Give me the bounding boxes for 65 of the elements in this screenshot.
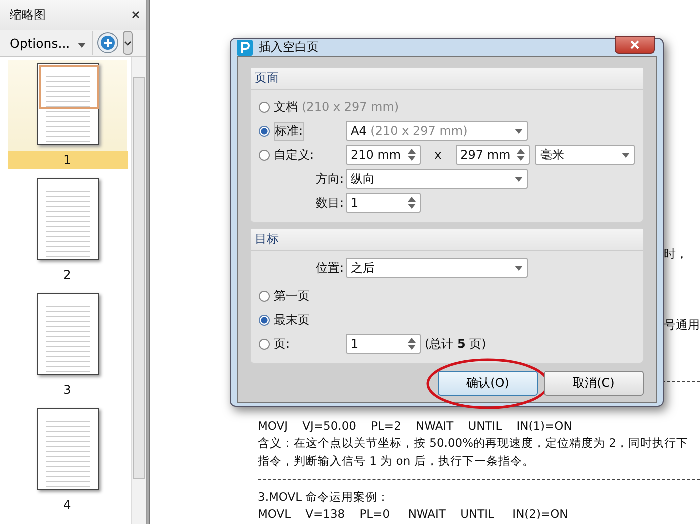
count-spinbox[interactable]: 1 <box>346 193 421 213</box>
size-detail: (210 x 297 mm) <box>302 100 400 114</box>
close-icon[interactable] <box>132 11 140 19</box>
scrollbar[interactable] <box>131 57 146 524</box>
radio-button[interactable] <box>259 102 270 112</box>
add-icon[interactable] <box>97 32 120 54</box>
app-logo-icon <box>237 40 253 56</box>
group-title: 页面 <box>255 71 279 85</box>
spin-arrows-icon <box>408 197 416 209</box>
page-thumbnail[interactable]: 2 <box>8 175 127 284</box>
radio-label: 文档 <box>274 98 298 116</box>
radio-button[interactable] <box>259 126 270 136</box>
dropdown-arrow-icon <box>622 152 630 158</box>
height-spinbox[interactable]: 297 mm <box>456 145 530 165</box>
page-spinbox[interactable]: 1 <box>346 334 421 354</box>
document-text: 含义：在这个点以关节坐标，按 50.00%的再现速度，定位精度为 2，同时执行下 <box>258 436 690 452</box>
spin-arrows-icon <box>408 338 416 350</box>
radio-button[interactable] <box>259 150 270 160</box>
spin-arrows-icon <box>408 149 416 161</box>
group-title: 目标 <box>255 232 279 246</box>
dialog-button[interactable]: 取消(C) <box>544 371 644 396</box>
radio-label: 标准: <box>274 122 304 140</box>
field-label: 方向: <box>316 170 344 188</box>
page-thumbnail[interactable]: 3 <box>8 290 127 399</box>
unit-select[interactable]: 毫米 <box>535 145 635 165</box>
radio-label: 第一页 <box>274 288 310 304</box>
radio-button[interactable] <box>259 290 270 302</box>
page-total: (总计 5 页) <box>425 336 486 352</box>
dropdown-arrow-icon <box>78 42 86 48</box>
radio-button[interactable] <box>259 338 270 350</box>
page-number: 1 <box>8 151 128 169</box>
close-button[interactable] <box>615 36 655 54</box>
field-label: 数目: <box>316 194 344 212</box>
panel-title: 缩略图 <box>10 6 46 24</box>
dropdown-arrow-icon <box>515 176 523 182</box>
radio-label: 页: <box>274 336 290 352</box>
viewport-frame <box>38 65 98 109</box>
page-thumbnail[interactable]: 1 <box>8 60 127 169</box>
options-dropdown[interactable]: Options... <box>8 31 94 55</box>
paper-size-select[interactable]: A4 (210 x 297 mm) <box>346 121 528 141</box>
spin-arrows-icon <box>517 149 526 161</box>
document-text: 指令，判断输入信号 1 为 on 后，执行下一条指令。 <box>258 454 536 470</box>
field-label: 位置: <box>316 260 344 276</box>
document-text: 3.MOVL 命令运用案例： <box>258 490 391 506</box>
position-select[interactable]: 之后 <box>346 258 528 278</box>
document-text: 号通用 <box>664 317 700 334</box>
width-spinbox[interactable]: 210 mm <box>346 145 421 165</box>
dropdown-arrow-icon <box>515 128 523 134</box>
page-number: 2 <box>62 267 72 284</box>
times-sign: x <box>434 148 443 162</box>
page-number: 4 <box>62 497 72 514</box>
orientation-select[interactable]: 纵向 <box>346 169 528 189</box>
document-text: MOVJ VJ=50.00 PL=2 NWAIT UNTIL IN(1)=ON <box>258 419 574 436</box>
document-text: MOVL V=138 PL=0 NWAIT UNTIL IN(2)=ON <box>258 506 570 523</box>
dropdown-arrow-icon <box>515 266 523 270</box>
document-text: 时， <box>664 246 688 263</box>
page-number: 3 <box>62 382 72 399</box>
chevron-icon[interactable] <box>123 31 134 55</box>
close-icon <box>630 40 640 50</box>
radio-label: 自定义: <box>274 146 314 164</box>
radio-button[interactable] <box>259 314 270 326</box>
page-thumbnail[interactable]: 4 <box>8 405 127 514</box>
dialog-button[interactable]: 确认(O) <box>438 371 538 396</box>
dialog-title: 插入空白页 <box>259 39 320 56</box>
radio-label: 最末页 <box>274 312 310 328</box>
